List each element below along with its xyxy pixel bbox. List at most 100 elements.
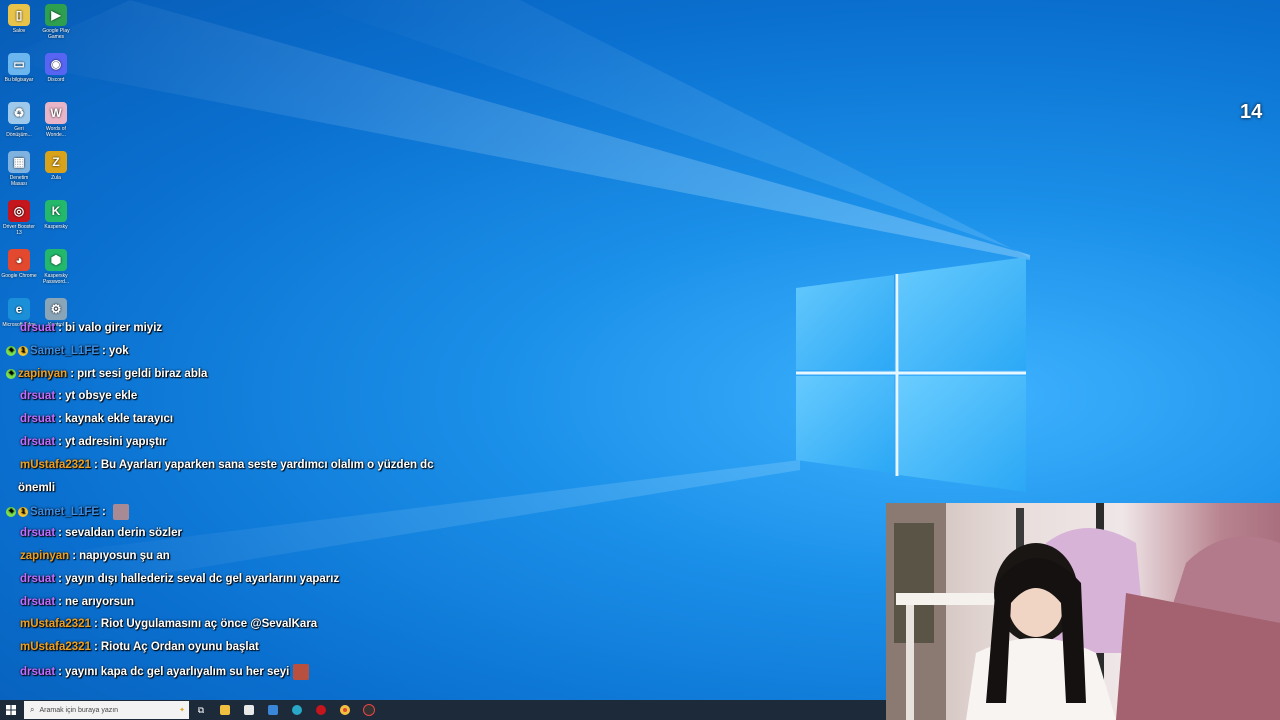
- chat-username[interactable]: drsuat: [20, 666, 55, 678]
- chat-username[interactable]: Samet_L1FE: [30, 506, 99, 518]
- chat-text: Bu Ayarları yaparken sana seste yardımcı…: [100, 458, 434, 471]
- chat-username[interactable]: mUstafa2321: [20, 459, 91, 471]
- app-icon: ◉: [45, 53, 67, 75]
- mail-button[interactable]: [261, 700, 285, 720]
- chrome-button[interactable]: [333, 700, 357, 720]
- desktop-icon[interactable]: ⬢ Kaspersky Password...: [38, 249, 74, 285]
- desktop-icon-label: Google Play Games: [42, 28, 70, 40]
- red-app-icon: [316, 705, 326, 715]
- chat-text: kaynak ekle tarayıcı: [65, 413, 174, 426]
- desktop-icon[interactable]: ◎ Driver Booster 13: [1, 200, 37, 236]
- desktop-icon[interactable]: ▯ Salov: [1, 4, 37, 34]
- chat-message: mUstafa2321: Riotu Aç Ordan oyunu başlat: [20, 641, 259, 653]
- desktop-icon-label: Google Chrome: [1, 273, 37, 279]
- desktop-icon[interactable]: ◉ Discord: [38, 53, 74, 83]
- chat-username[interactable]: drsuat: [20, 322, 55, 334]
- chat-username[interactable]: drsuat: [20, 573, 55, 585]
- edge-icon: [292, 705, 302, 715]
- emote-icon: [293, 664, 310, 680]
- chat-separator: :: [70, 367, 75, 380]
- desktop-icon[interactable]: ◕ Google Chrome: [1, 249, 37, 279]
- taskbar: ⌕ Aramak için buraya yazın ✦ ⧉: [0, 700, 886, 720]
- desktop-icon[interactable]: ▶ Google Play Games: [38, 4, 74, 40]
- desktop-icon[interactable]: Z Zula: [38, 151, 74, 181]
- webcam-feed: [886, 503, 1280, 720]
- chat-username[interactable]: drsuat: [20, 596, 55, 608]
- chat-username[interactable]: mUstafa2321: [20, 641, 91, 653]
- chat-separator: :: [93, 618, 98, 631]
- mail-icon: [268, 705, 278, 715]
- obs-button[interactable]: [357, 700, 381, 720]
- desktop-icon[interactable]: ▦ Denetim Masası: [1, 151, 37, 187]
- taskbar-search-box[interactable]: ⌕ Aramak için buraya yazın ✦: [24, 701, 189, 719]
- chat-separator: :: [72, 550, 77, 562]
- app-icon: ◕: [8, 249, 30, 271]
- chat-text: yok: [108, 344, 129, 357]
- chat-text: önemli: [18, 481, 56, 494]
- chat-username[interactable]: drsuat: [20, 390, 55, 402]
- chat-separator: :: [102, 344, 106, 357]
- red-app-button[interactable]: [309, 700, 333, 720]
- desktop-icon-label: Denetim Masası: [9, 175, 29, 187]
- desktop-icon-label: Kaspersky: [44, 224, 68, 230]
- desktop-icon-label: Zula: [51, 175, 61, 181]
- chat-text: bi valo girer miyiz: [65, 322, 163, 334]
- chat-text: yt obsye ekle: [65, 390, 138, 403]
- chat-separator: :: [58, 595, 62, 608]
- green-badge-icon: ✦: [6, 345, 16, 356]
- app-icon: e: [8, 298, 30, 320]
- app-icon: W: [45, 102, 67, 124]
- desktop-icon-label: Geri Dönüşüm...: [6, 126, 32, 138]
- chat-message: zapinyan: napıyosun şu an: [20, 550, 170, 562]
- desktop-icon-label: Discord: [47, 77, 65, 83]
- desktop-icon[interactable]: K Kaspersky: [38, 200, 74, 230]
- chrome-icon: [340, 705, 350, 715]
- file-explorer-button[interactable]: [213, 700, 237, 720]
- chat-message: drsuat: kaynak ekle tarayıcı: [20, 413, 173, 425]
- chat-message: drsuat: ne arıyorsun: [20, 596, 134, 608]
- emote-icon: [112, 504, 129, 521]
- desktop-icon[interactable]: W Words of Wonde...: [38, 102, 74, 138]
- folder-icon: [220, 705, 230, 715]
- chat-message: ✦ zapinyan: pırt sesi geldi biraz abla: [6, 368, 207, 380]
- chat-message: mUstafa2321: Bu Ayarları yaparken sana se…: [20, 459, 434, 471]
- windows-start-icon: [6, 705, 16, 715]
- task-view-icon: ⧉: [197, 704, 205, 715]
- chat-message: ✦ 1 Samet_L1FE:: [6, 504, 129, 521]
- chat-message: ✦ 1 Samet_L1FE: yok: [6, 345, 129, 357]
- app-icon: ⬢: [45, 249, 67, 271]
- chat-text: yayın dışı hallederiz seval dc gel ayarl…: [65, 572, 340, 585]
- edge-button[interactable]: [285, 700, 309, 720]
- desktop-icon[interactable]: ♻ Geri Dönüşüm...: [1, 102, 37, 138]
- chat-username[interactable]: drsuat: [20, 413, 55, 425]
- desktop-icon-label: Words of Wonde...: [46, 126, 66, 138]
- start-button[interactable]: [0, 700, 22, 720]
- gold-badge-icon: 1: [18, 345, 28, 356]
- store-button[interactable]: [237, 700, 261, 720]
- app-icon: ▭: [8, 53, 30, 75]
- chat-separator: :: [58, 413, 62, 426]
- chat-text: Riot Uygulamasını aç önce @SevalKara: [100, 618, 318, 631]
- chat-separator: :: [58, 572, 62, 585]
- desktop-icon-label: Bu bilgisayar: [4, 77, 34, 83]
- chat-message: drsuat: sevaldan derin sözler: [20, 527, 182, 539]
- chat-username[interactable]: zapinyan: [18, 368, 67, 380]
- chat-username[interactable]: drsuat: [20, 436, 55, 448]
- chat-separator: :: [58, 666, 62, 679]
- chat-text: napıyosun şu an: [79, 550, 170, 562]
- chat-text: yt adresini yapıştır: [65, 436, 167, 448]
- chat-username[interactable]: drsuat: [20, 527, 55, 539]
- chat-username[interactable]: Samet_L1FE: [30, 345, 99, 357]
- chat-username[interactable]: mUstafa2321: [20, 618, 91, 630]
- viewer-counter: 14: [1240, 101, 1263, 123]
- chat-message: drsuat: yayın dışı hallederiz seval dc ge…: [20, 573, 339, 585]
- store-icon: [244, 705, 254, 715]
- task-view-button[interactable]: ⧉: [189, 700, 213, 720]
- desktop-icon-label: Driver Booster 13: [3, 224, 35, 236]
- chat-username[interactable]: zapinyan: [20, 550, 69, 562]
- chat-separator: :: [58, 322, 62, 334]
- chat-separator: :: [58, 390, 62, 403]
- green-badge-icon: ✦: [6, 507, 16, 518]
- desktop-icon[interactable]: ▭ Bu bilgisayar: [1, 53, 37, 83]
- chat-separator: :: [93, 458, 98, 471]
